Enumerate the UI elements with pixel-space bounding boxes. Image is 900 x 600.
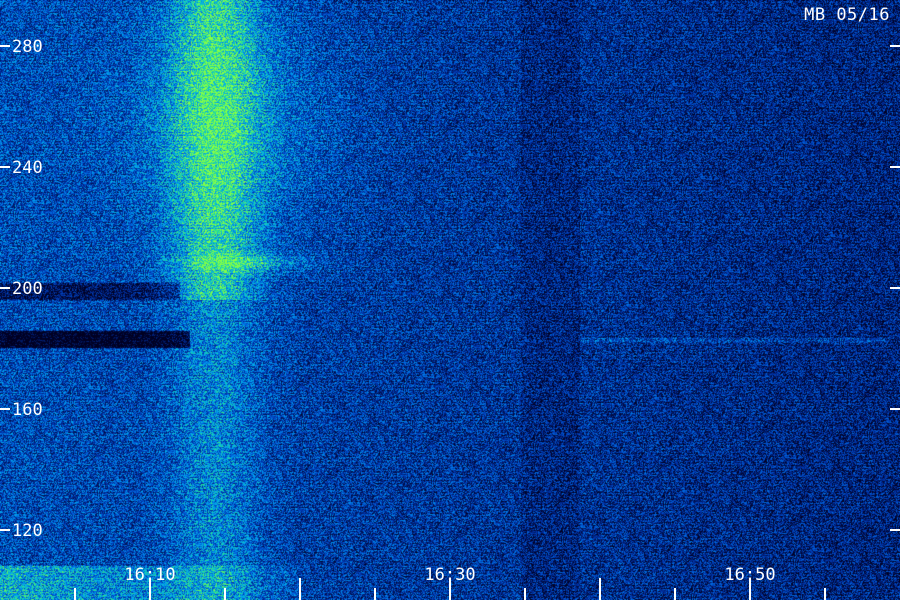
x-axis: 16:10 16:30 16:50: [74, 565, 826, 600]
x-tick-label: 16:30: [424, 565, 475, 585]
chart-title: MB 05/16: [804, 5, 890, 25]
y-tick-label: 200: [12, 279, 43, 299]
y-tick-label: 240: [12, 158, 43, 178]
y-tick-label: 280: [12, 37, 43, 57]
y-tick-label: 120: [12, 521, 43, 541]
x-tick-label: 16:50: [724, 565, 775, 585]
x-tick-label: 16:10: [124, 565, 175, 585]
y-tick-label: 160: [12, 400, 43, 420]
chart-overlay: 280 240 200 160 120 16:10 16:30 16:50: [0, 37, 900, 600]
y-axis: 280 240 200 160 120: [0, 37, 900, 541]
